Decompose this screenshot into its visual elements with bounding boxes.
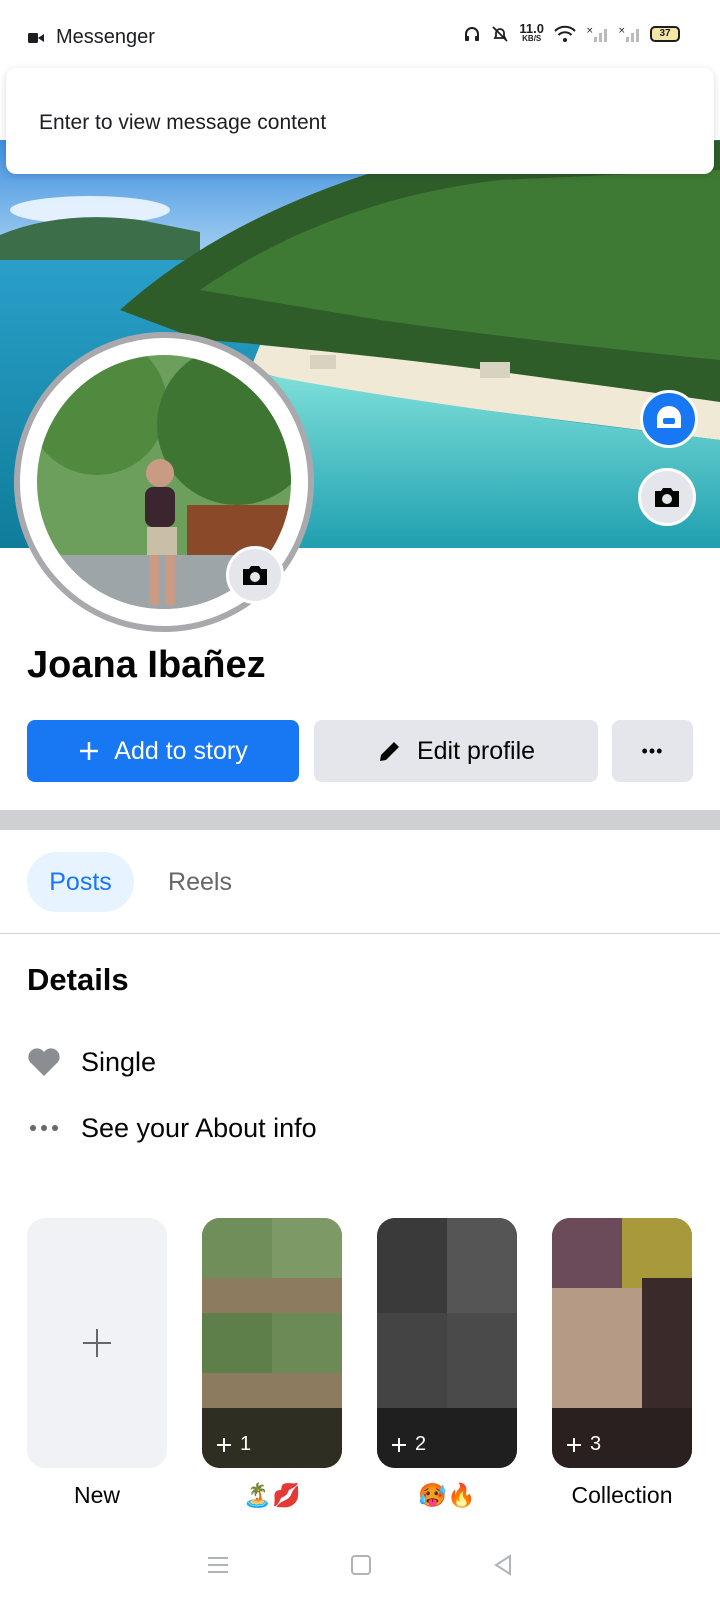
edit-profile-label: Edit profile (416, 736, 536, 765)
status-app-name: Messenger (56, 26, 155, 48)
camera-icon (243, 566, 267, 585)
highlight-1[interactable]: 1 (202, 1218, 342, 1468)
notification-text: Enter to view message content (39, 111, 327, 134)
highlight-count: 2 (391, 1433, 426, 1456)
edit-profile-picture-button[interactable] (226, 546, 284, 604)
plus-icon (80, 742, 99, 760)
avatar-button[interactable] (640, 390, 698, 448)
svg-text:×: × (586, 26, 594, 36)
tab-posts[interactable]: Posts (27, 852, 134, 912)
highlight-label-3: Collection (571, 1482, 673, 1508)
highlight-count: 1 (216, 1433, 251, 1456)
battery-icon: 37 (650, 26, 680, 42)
highlight-label-new: New (73, 1482, 120, 1508)
highlight-label-1: 🏝️💋 (243, 1482, 301, 1508)
network-speed: 11.0 KB/S (519, 21, 544, 43)
back-icon[interactable] (492, 1554, 514, 1576)
svg-text:×: × (618, 26, 626, 36)
more-dots-icon (27, 1111, 61, 1145)
detail-about-info[interactable]: See your About info (27, 1108, 317, 1148)
status-bar: Messenger 11.0 KB/S × × 37 (0, 0, 720, 70)
section-divider (0, 810, 720, 830)
menu-icon[interactable] (206, 1555, 230, 1575)
tabs-divider (0, 933, 720, 934)
add-to-story-button[interactable]: Add to story (27, 720, 299, 782)
profile-name: Joana Ibañez (27, 644, 266, 686)
plus-icon (392, 1437, 406, 1452)
edit-cover-photo-button[interactable] (638, 468, 696, 526)
heart-icon (27, 1045, 61, 1079)
plus-icon (83, 1329, 111, 1357)
add-to-story-label: Add to story (114, 736, 248, 765)
more-options-button[interactable]: ••• (612, 720, 693, 782)
detail-relationship[interactable]: Single (27, 1042, 156, 1082)
camera-icon (655, 488, 679, 507)
more-dots-icon: ••• (641, 740, 664, 761)
status-app-indicator: Messenger (28, 26, 155, 49)
highlight-label-2: 🥵🔥 (418, 1482, 476, 1508)
detail-about-info-text: See your About info (81, 1112, 317, 1143)
signal-icon-2: × (618, 26, 639, 42)
headphones-icon (465, 27, 480, 41)
signal-icon-1: × (586, 26, 607, 42)
highlight-2[interactable]: 2 (377, 1218, 517, 1468)
bell-off-icon (492, 26, 509, 42)
wifi-icon (554, 25, 576, 42)
plus-icon (217, 1437, 231, 1452)
details-heading: Details (27, 962, 129, 997)
home-icon[interactable] (350, 1554, 372, 1576)
highlight-count: 3 (566, 1433, 601, 1456)
tab-reels[interactable]: Reels (150, 852, 250, 912)
video-camera-icon (28, 32, 44, 43)
pencil-icon (379, 742, 399, 761)
edit-profile-button[interactable]: Edit profile (314, 720, 598, 782)
detail-relationship-text: Single (81, 1046, 157, 1077)
system-nav-bar (0, 1530, 720, 1600)
message-notification[interactable]: Enter to view message content (6, 68, 714, 174)
highlight-new[interactable] (27, 1218, 167, 1468)
highlight-3[interactable]: 3 (552, 1218, 692, 1468)
plus-icon (567, 1437, 581, 1452)
status-icons: 11.0 KB/S × × 37 (463, 21, 680, 44)
avatar-icon (657, 406, 681, 428)
